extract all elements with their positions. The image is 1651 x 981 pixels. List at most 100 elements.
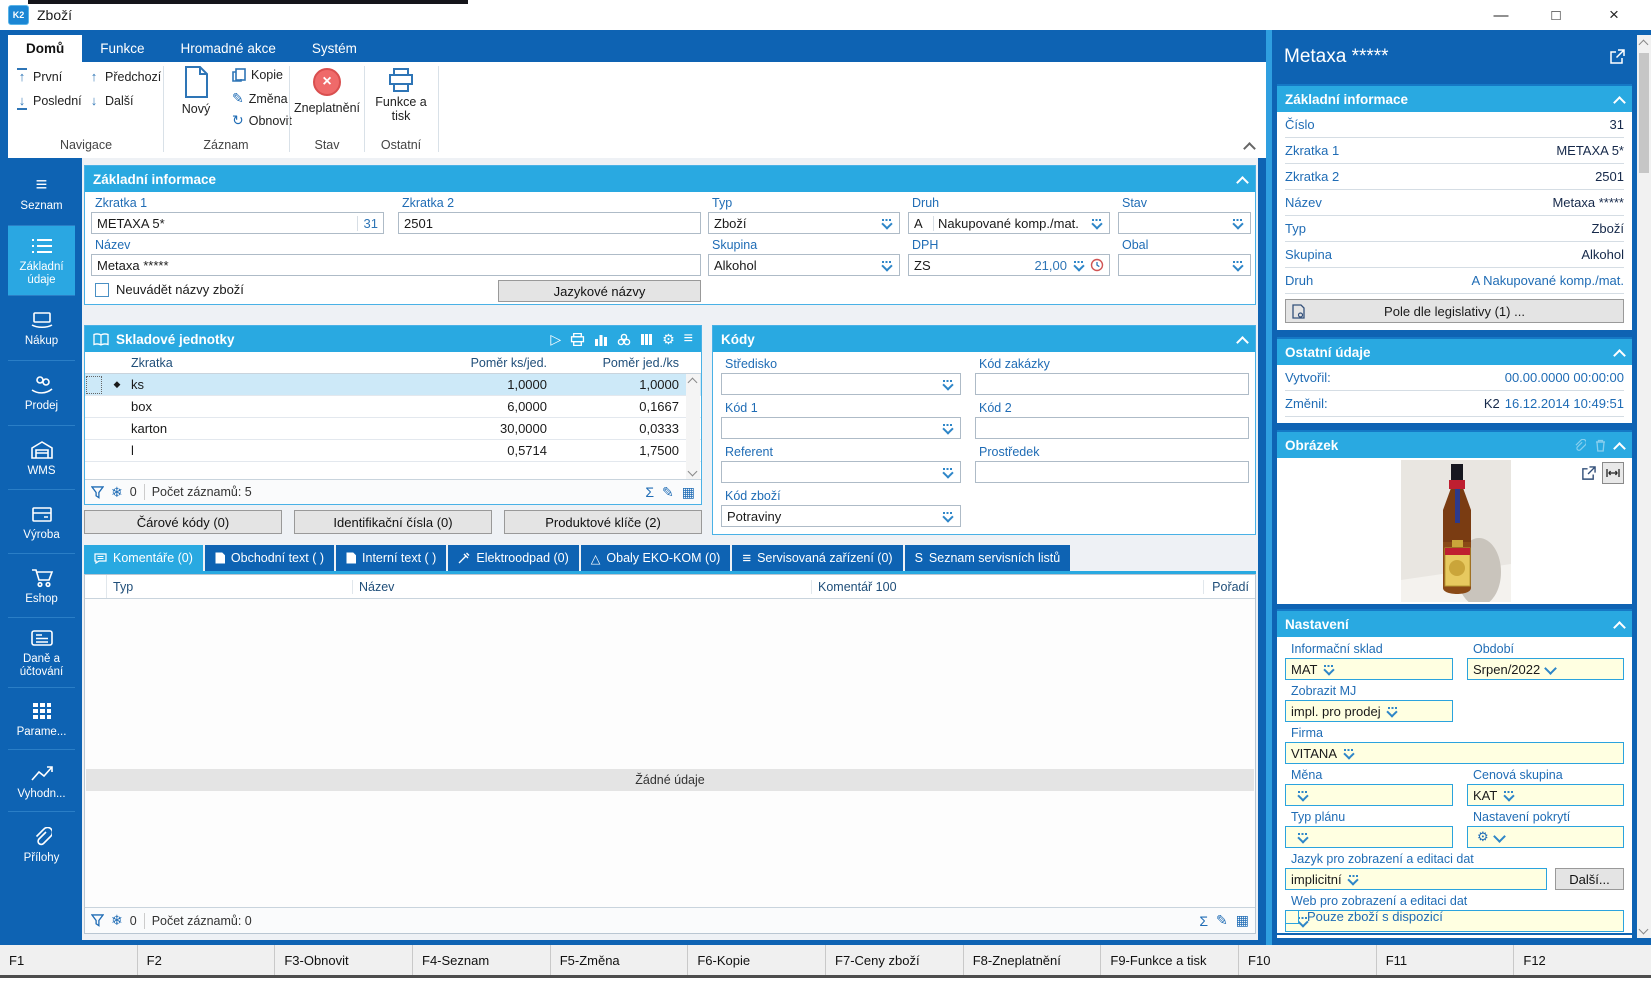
sum-icon[interactable]: Σ [645, 484, 654, 500]
col-pomer-ks[interactable]: Poměr ks/jed. [409, 356, 547, 370]
menu-icon[interactable]: ≡ [684, 330, 693, 348]
ribbon-collapse-icon[interactable] [1244, 140, 1254, 150]
checkbox-icon[interactable] [1285, 910, 1299, 924]
dropdown-icon[interactable] [1295, 830, 1310, 845]
print-icon[interactable] [570, 333, 585, 346]
ribbon-tab-funkce[interactable]: Funkce [82, 35, 162, 62]
sum-icon[interactable]: Σ [1199, 913, 1208, 929]
dph-field[interactable]: ZS 21,00 [908, 254, 1110, 276]
typ-planu-field[interactable] [1285, 826, 1453, 848]
dropdown-icon[interactable] [879, 258, 894, 273]
stredisko-field[interactable] [721, 373, 961, 395]
dropdown-icon[interactable] [1295, 788, 1310, 803]
col-komentar[interactable]: Komentář 100 [811, 580, 1203, 594]
kod1-field[interactable] [721, 417, 961, 439]
dropdown-icon[interactable] [879, 216, 894, 231]
freeze-icon[interactable]: ❄ [111, 484, 123, 501]
druh-field[interactable]: A Nakupované komp./mat. [908, 212, 1110, 234]
sidebar-item-parametry[interactable]: Parame... [8, 688, 75, 750]
fkey-f5[interactable]: F5-Změna [551, 945, 689, 975]
nav-prev-button[interactable]: ↑ Předchozí [88, 70, 161, 84]
columns-icon[interactable] [640, 333, 653, 346]
nastaveni-pokryti-field[interactable]: ⚙ [1467, 826, 1624, 848]
tab-elektroodpad[interactable]: Elektroodpad (0) [448, 545, 578, 571]
sidebar-item-vyroba[interactable]: Výroba [8, 490, 75, 554]
typ-field[interactable]: Zboží [708, 212, 900, 234]
col-zkratka[interactable]: Zkratka [131, 356, 409, 370]
nav-last-button[interactable]: ↓ Poslední [16, 94, 82, 108]
dispozice-checkbox[interactable]: Pouze zboží s dispozicí [1285, 909, 1443, 924]
dropdown-icon[interactable] [1089, 216, 1104, 231]
close-button[interactable]: × [1592, 2, 1636, 28]
tab-komentare[interactable]: Komentáře (0) [84, 545, 203, 571]
fkey-f3[interactable]: F3-Obnovit [275, 945, 413, 975]
ribbon-tab-hromadne-akce[interactable]: Hromadné akce [163, 35, 294, 62]
copy-button[interactable]: Kopie [232, 68, 283, 82]
play-icon[interactable]: ▷ [550, 331, 561, 348]
new-record-button[interactable]: Nový [170, 66, 222, 116]
dropdown-icon[interactable] [1341, 746, 1356, 761]
col-nazev[interactable]: Název [352, 580, 811, 594]
sidebar-item-prilohy[interactable]: Přílohy [8, 812, 75, 878]
cenova-skupina-field[interactable]: KAT [1467, 784, 1624, 806]
sidebar-item-eshop[interactable]: Eshop [8, 554, 75, 618]
nazev-field[interactable]: Metaxa ***** [91, 254, 701, 276]
info-sklad-field[interactable]: MAT [1285, 658, 1453, 680]
legislation-fields-button[interactable]: Pole dle legislativy (1) ... [1285, 299, 1624, 323]
col-poradi[interactable]: Pořadí [1203, 580, 1255, 594]
chevron-down-icon[interactable] [1544, 663, 1556, 675]
zkratka2-field[interactable]: 2501 [398, 212, 701, 234]
nav-first-button[interactable]: ↑ První [16, 70, 62, 84]
tab-obaly-eko-kom[interactable]: △ Obaly EKO-KOM (0) [581, 545, 731, 571]
fkey-f4[interactable]: F4-Seznam [413, 945, 551, 975]
fkey-f2[interactable]: F2 [138, 945, 276, 975]
referent-field[interactable] [721, 461, 961, 483]
delete-image-icon[interactable] [1595, 439, 1606, 452]
filter-icon[interactable] [91, 486, 104, 499]
tab-interni-text[interactable]: Interní text ( ) [336, 545, 446, 571]
dropdown-icon[interactable] [1230, 216, 1245, 231]
edit-icon[interactable]: ✎ [1216, 912, 1228, 929]
jazyk-field[interactable]: implicitní [1285, 868, 1547, 890]
firma-field[interactable]: VITANA [1285, 742, 1624, 764]
dropdown-icon[interactable] [1071, 258, 1086, 273]
language-names-button[interactable]: Jazykové názvy [498, 280, 701, 302]
right-panel-scrollbar[interactable] [1637, 35, 1651, 938]
scroll-down-icon[interactable] [1640, 927, 1648, 935]
checkbox-icon[interactable] [95, 283, 109, 297]
stock-row-box[interactable]: box 6,0000 0,1667 [85, 396, 701, 418]
dropdown-icon[interactable] [1230, 258, 1245, 273]
sidebar-item-prodej[interactable]: Prodej [8, 361, 75, 426]
nav-next-button[interactable]: ↓ Další [88, 94, 133, 108]
dropdown-icon[interactable] [940, 509, 955, 524]
prostredek-field[interactable] [975, 461, 1249, 483]
stock-row-ks[interactable]: ◆ ks 1,0000 1,0000 [85, 374, 701, 396]
fkey-f8[interactable]: F8-Zneplatnění [964, 945, 1102, 975]
attach-image-icon[interactable] [1573, 439, 1586, 452]
dropdown-icon[interactable] [940, 465, 955, 480]
ribbon-tab-domu[interactable]: Domů [8, 35, 82, 62]
fkey-f9[interactable]: F9-Funkce a tisk [1101, 945, 1239, 975]
change-button[interactable]: ✎ Změna [232, 90, 288, 107]
fkey-f7[interactable]: F7-Ceny zboží [826, 945, 964, 975]
collapse-icon[interactable] [1615, 620, 1624, 629]
barcodes-button[interactable]: Čárové kódy (0) [84, 510, 282, 534]
filter-icon[interactable] [91, 914, 104, 927]
table-add-icon[interactable]: ▦ [1236, 912, 1249, 929]
refresh-button[interactable]: ↻ Obnovit [232, 112, 292, 129]
table-scrollbar[interactable] [686, 374, 700, 479]
fkey-f6[interactable]: F6-Kopie [688, 945, 826, 975]
product-keys-button[interactable]: Produktové klíče (2) [504, 510, 702, 534]
sidebar-item-wms[interactable]: WMS [8, 426, 75, 490]
maximize-button[interactable]: □ [1534, 2, 1578, 28]
settings-gear-icon[interactable]: ⚙ [662, 331, 675, 348]
table-add-icon[interactable]: ▦ [682, 484, 695, 501]
zkratka1-field[interactable]: METAXA 5* 31 [91, 212, 384, 234]
obdobi-field[interactable]: Srpen/2022 [1467, 658, 1624, 680]
fkey-f12[interactable]: F12 [1514, 945, 1651, 975]
kod-zakazky-field[interactable] [975, 373, 1249, 395]
scroll-down-icon[interactable] [689, 469, 697, 477]
dropdown-icon[interactable] [940, 421, 955, 436]
invalidate-button[interactable]: × Zneplatnění [294, 68, 360, 115]
no-names-checkbox[interactable]: Neuvádět názvy zboží [95, 282, 244, 297]
